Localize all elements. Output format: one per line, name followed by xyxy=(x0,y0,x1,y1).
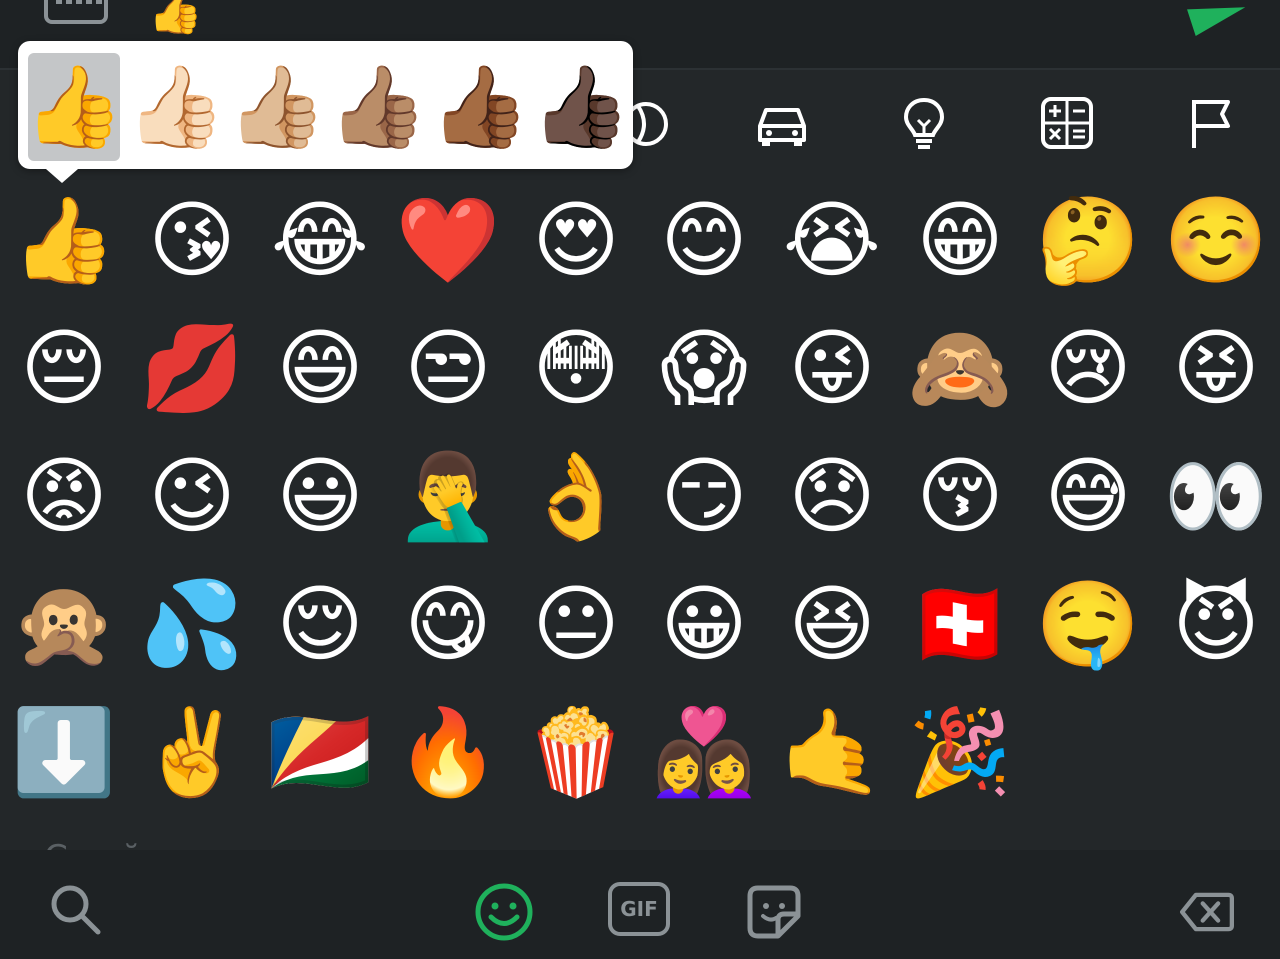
emoji-key[interactable]: 🇸🇨 xyxy=(256,688,384,816)
emoji-key[interactable]: 😅 xyxy=(1024,432,1152,560)
emoji-key[interactable]: ❤️ xyxy=(384,176,512,304)
emoji-key[interactable]: 🍿 xyxy=(512,688,640,816)
backspace-icon[interactable] xyxy=(1172,882,1242,942)
emoji-key[interactable]: 😀 xyxy=(640,560,768,688)
skin-tone-popup: 👍 👍🏻 👍🏼 👍🏽 👍🏾 👍🏿 xyxy=(18,41,633,183)
emoji-key[interactable]: 😭 xyxy=(768,176,896,304)
emoji-key[interactable]: 👌 xyxy=(512,432,640,560)
emoji-key[interactable]: 😏 xyxy=(640,432,768,560)
skin-tone-option[interactable]: 👍🏿 xyxy=(531,53,631,161)
emoji-key[interactable]: 🔥 xyxy=(384,688,512,816)
emoji-key[interactable]: 🤦‍♂️ xyxy=(384,432,512,560)
lightbulb-icon[interactable] xyxy=(892,96,956,152)
emoji-key[interactable]: 😔 xyxy=(0,304,128,432)
emoji-key[interactable]: 😚 xyxy=(896,432,1024,560)
search-icon[interactable] xyxy=(46,880,106,940)
emoji-key[interactable]: 👩‍❤️‍👩 xyxy=(640,688,768,816)
emoji-key[interactable]: 😱 xyxy=(640,304,768,432)
emoji-key[interactable]: 😝 xyxy=(1152,304,1280,432)
emoji-key[interactable]: 😊 xyxy=(640,176,768,304)
emoji-key[interactable]: 🙈 xyxy=(896,304,1024,432)
emoji-key[interactable]: 👍 xyxy=(0,176,128,304)
emoji-key[interactable]: 👀 xyxy=(1152,432,1280,560)
emoji-key[interactable]: 😡 xyxy=(0,432,128,560)
emoji-key[interactable]: ☺️ xyxy=(1152,176,1280,304)
emoji-key[interactable]: 🤔 xyxy=(1024,176,1152,304)
emoji-key[interactable]: 😒 xyxy=(384,304,512,432)
emoji-key[interactable]: 😁 xyxy=(896,176,1024,304)
skin-tone-option[interactable]: 👍 xyxy=(24,53,124,161)
emoji-key[interactable]: 💦 xyxy=(128,560,256,688)
emoji-key[interactable]: ⬇️ xyxy=(0,688,128,816)
emoji-key[interactable]: 😂 xyxy=(256,176,384,304)
gif-tab-button[interactable]: GIF xyxy=(608,882,670,936)
emoji-key[interactable]: 🤙 xyxy=(768,688,896,816)
emoji-key[interactable]: 😐 xyxy=(512,560,640,688)
emoji-key[interactable]: 😘 xyxy=(128,176,256,304)
emoji-key[interactable]: 💋 xyxy=(128,304,256,432)
car-icon[interactable] xyxy=(750,96,814,152)
emoji-key[interactable]: 😢 xyxy=(1024,304,1152,432)
emoji-key[interactable]: 🇨🇭 xyxy=(896,560,1024,688)
emoji-key[interactable]: 😜 xyxy=(768,304,896,432)
emoji-key[interactable]: ✌️ xyxy=(128,688,256,816)
symbols-icon[interactable] xyxy=(1035,96,1099,152)
emoji-key[interactable]: 😌 xyxy=(256,560,384,688)
emoji-key[interactable]: 😄 xyxy=(256,304,384,432)
emoji-key[interactable]: 🙊 xyxy=(0,560,128,688)
emoji-key[interactable]: 😈 xyxy=(1152,560,1280,688)
emoji-tab-icon[interactable] xyxy=(474,882,534,942)
skin-tone-option[interactable]: 👍🏼 xyxy=(227,53,327,161)
popup-pointer xyxy=(46,169,78,183)
emoji-key[interactable]: 😞 xyxy=(768,432,896,560)
send-icon[interactable] xyxy=(1187,0,1249,36)
skin-tone-option[interactable]: 👍🏻 xyxy=(126,53,226,161)
skin-tone-option[interactable]: 👍🏾 xyxy=(430,53,530,161)
emoji-key[interactable]: 🎉 xyxy=(896,688,1024,816)
recent-emoji[interactable]: 👍 xyxy=(148,0,203,34)
keyboard-icon[interactable] xyxy=(44,0,108,24)
skin-tone-option[interactable]: 👍🏽 xyxy=(328,53,428,161)
emoji-key[interactable]: 😃 xyxy=(256,432,384,560)
emoji-key[interactable]: 😋 xyxy=(384,560,512,688)
emoji-key[interactable]: 😍 xyxy=(512,176,640,304)
emoji-key[interactable]: 😆 xyxy=(768,560,896,688)
emoji-key[interactable]: 🤤 xyxy=(1024,560,1152,688)
emoji-key[interactable]: 😉 xyxy=(128,432,256,560)
flag-icon[interactable] xyxy=(1178,96,1242,152)
sticker-tab-icon[interactable] xyxy=(744,882,804,942)
emoji-key[interactable]: 😳 xyxy=(512,304,640,432)
